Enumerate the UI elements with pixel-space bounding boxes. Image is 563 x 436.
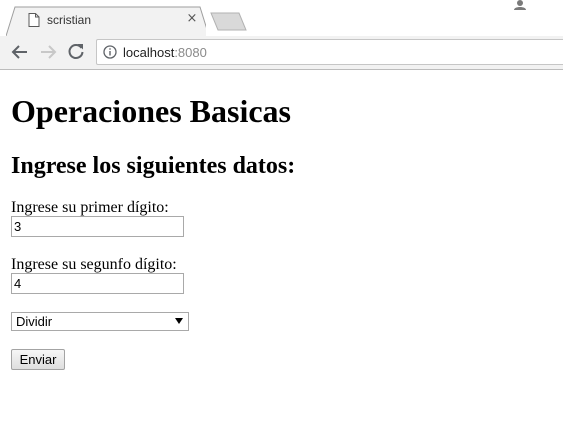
second-digit-label: Ingrese su segunfo dígito: [11, 256, 177, 273]
info-icon[interactable] [103, 45, 117, 59]
submit-button[interactable]: Enviar [11, 349, 65, 370]
profile-icon[interactable] [513, 0, 527, 10]
url-port: :8080 [174, 45, 207, 60]
reload-icon[interactable] [65, 41, 87, 63]
operation-selected-value: Dividir [16, 314, 53, 329]
new-tab-button[interactable] [210, 12, 248, 31]
page-content: Operaciones Basicas Ingrese los siguient… [0, 70, 563, 436]
tab-title: scristian [47, 13, 92, 27]
forward-icon[interactable] [37, 41, 59, 63]
page-subtitle: Ingrese los siguientes datos: [11, 153, 296, 179]
first-digit-label: Ingrese su primer dígito: [11, 199, 169, 216]
url-host: localhost [123, 45, 175, 60]
browser-toolbar: localhost:8080 [0, 36, 563, 69]
active-tab[interactable]: scristian × [6, 6, 206, 37]
tab-strip: scristian × [0, 0, 563, 37]
operation-select[interactable]: Dividir [11, 312, 189, 331]
page-title: Operaciones Basicas [11, 93, 291, 129]
first-digit-input[interactable] [11, 216, 184, 237]
second-digit-input[interactable] [11, 273, 184, 294]
chevron-down-icon [175, 318, 183, 324]
url-text: localhost:8080 [123, 45, 207, 60]
page-icon [28, 13, 40, 27]
address-bar[interactable]: localhost:8080 [96, 39, 563, 65]
back-icon[interactable] [9, 41, 31, 63]
close-tab-icon[interactable]: × [185, 12, 199, 26]
